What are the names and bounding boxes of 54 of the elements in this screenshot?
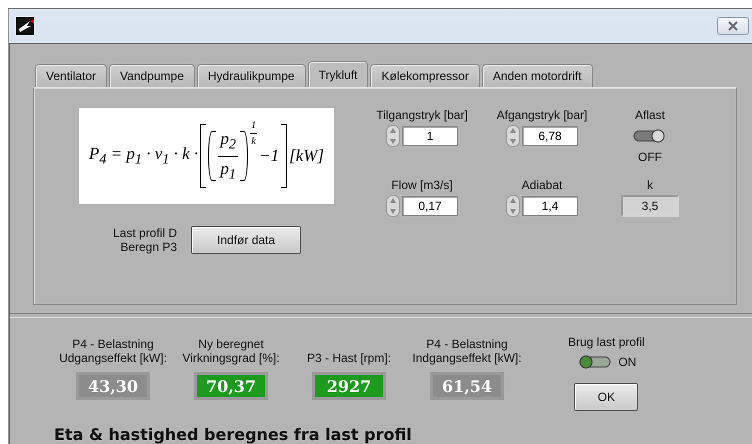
bracket-icon <box>281 124 288 188</box>
formula-text: 1 <box>251 120 256 131</box>
formula-text: p$_{2}$ <box>220 129 236 154</box>
field-label: Afgangstryk [bar] <box>496 108 588 122</box>
result-label: Indgangseffekt [kW]: <box>412 351 522 365</box>
formula-text: [kW] <box>289 146 324 166</box>
spinner-icon[interactable] <box>386 195 400 217</box>
tab[interactable]: Vandpumpe <box>109 64 195 87</box>
spinner-icon[interactable] <box>386 125 400 147</box>
toggle-label: Brug last profil <box>568 335 645 349</box>
value-display: 3,5 <box>621 195 679 217</box>
field-label: Adiabat <box>522 178 562 192</box>
close-icon <box>727 21 739 31</box>
formula-text: k <box>251 136 256 147</box>
field-label: Tilgangstryk [bar] <box>376 108 468 122</box>
enter-data-button[interactable]: Indfør data <box>191 226 302 254</box>
result-display: 43,30 <box>76 372 150 400</box>
tab[interactable]: Anden motordrift <box>482 64 593 87</box>
spinner-icon[interactable] <box>506 125 520 147</box>
formula-text: −1 <box>259 146 280 166</box>
spinner-icon[interactable] <box>506 195 520 217</box>
field-label: Flow [m3/s] <box>391 178 453 192</box>
profile-label: Beregn P3 <box>120 240 178 254</box>
parenthesis-icon <box>240 131 248 181</box>
result-label: P4 - Belastning <box>426 337 508 351</box>
profile-label: Last profil D <box>113 226 178 240</box>
app-icon <box>16 17 34 35</box>
result-display: 61,54 <box>430 372 504 400</box>
result-display: 2927 <box>312 372 386 400</box>
result-label: Udgangseffekt [kW]: <box>59 351 167 365</box>
result-label: Ny beregnet <box>198 337 264 351</box>
parenthesis-icon <box>208 131 216 181</box>
tab[interactable]: Trykluft <box>308 61 368 88</box>
result-display: 70,37 <box>194 372 268 400</box>
close-button[interactable] <box>717 17 749 35</box>
tab[interactable]: Ventilator <box>35 64 108 87</box>
footer-text: Eta & hastighed beregnes fra last profil <box>53 424 413 444</box>
tab[interactable]: Kølekompressor <box>370 64 480 87</box>
result-label: P3 - Hast [rpm]: <box>306 351 392 365</box>
result-label: Virkningsgrad [%]: <box>182 351 280 365</box>
input-field[interactable]: 1 <box>402 126 458 146</box>
toggle-state: ON <box>618 355 636 369</box>
ok-button[interactable]: OK <box>574 383 638 411</box>
toggle-state: OFF <box>638 150 662 164</box>
tab[interactable]: Hydraulikpumpe <box>196 64 306 87</box>
input-field[interactable]: 0,17 <box>402 196 458 216</box>
bracket-icon <box>200 124 206 188</box>
formula-text: P$_{4}$ = p$_{1}$ · v$_{1}$ · k · <box>88 144 198 168</box>
input-field[interactable]: 1,4 <box>522 196 578 216</box>
formula-text: p$_{1}$ <box>220 158 236 183</box>
result-label: P4 - Belastning <box>72 337 154 351</box>
field-label: k <box>647 178 653 192</box>
input-field[interactable]: 6,78 <box>522 126 578 146</box>
field-label: Aflast <box>634 108 665 122</box>
